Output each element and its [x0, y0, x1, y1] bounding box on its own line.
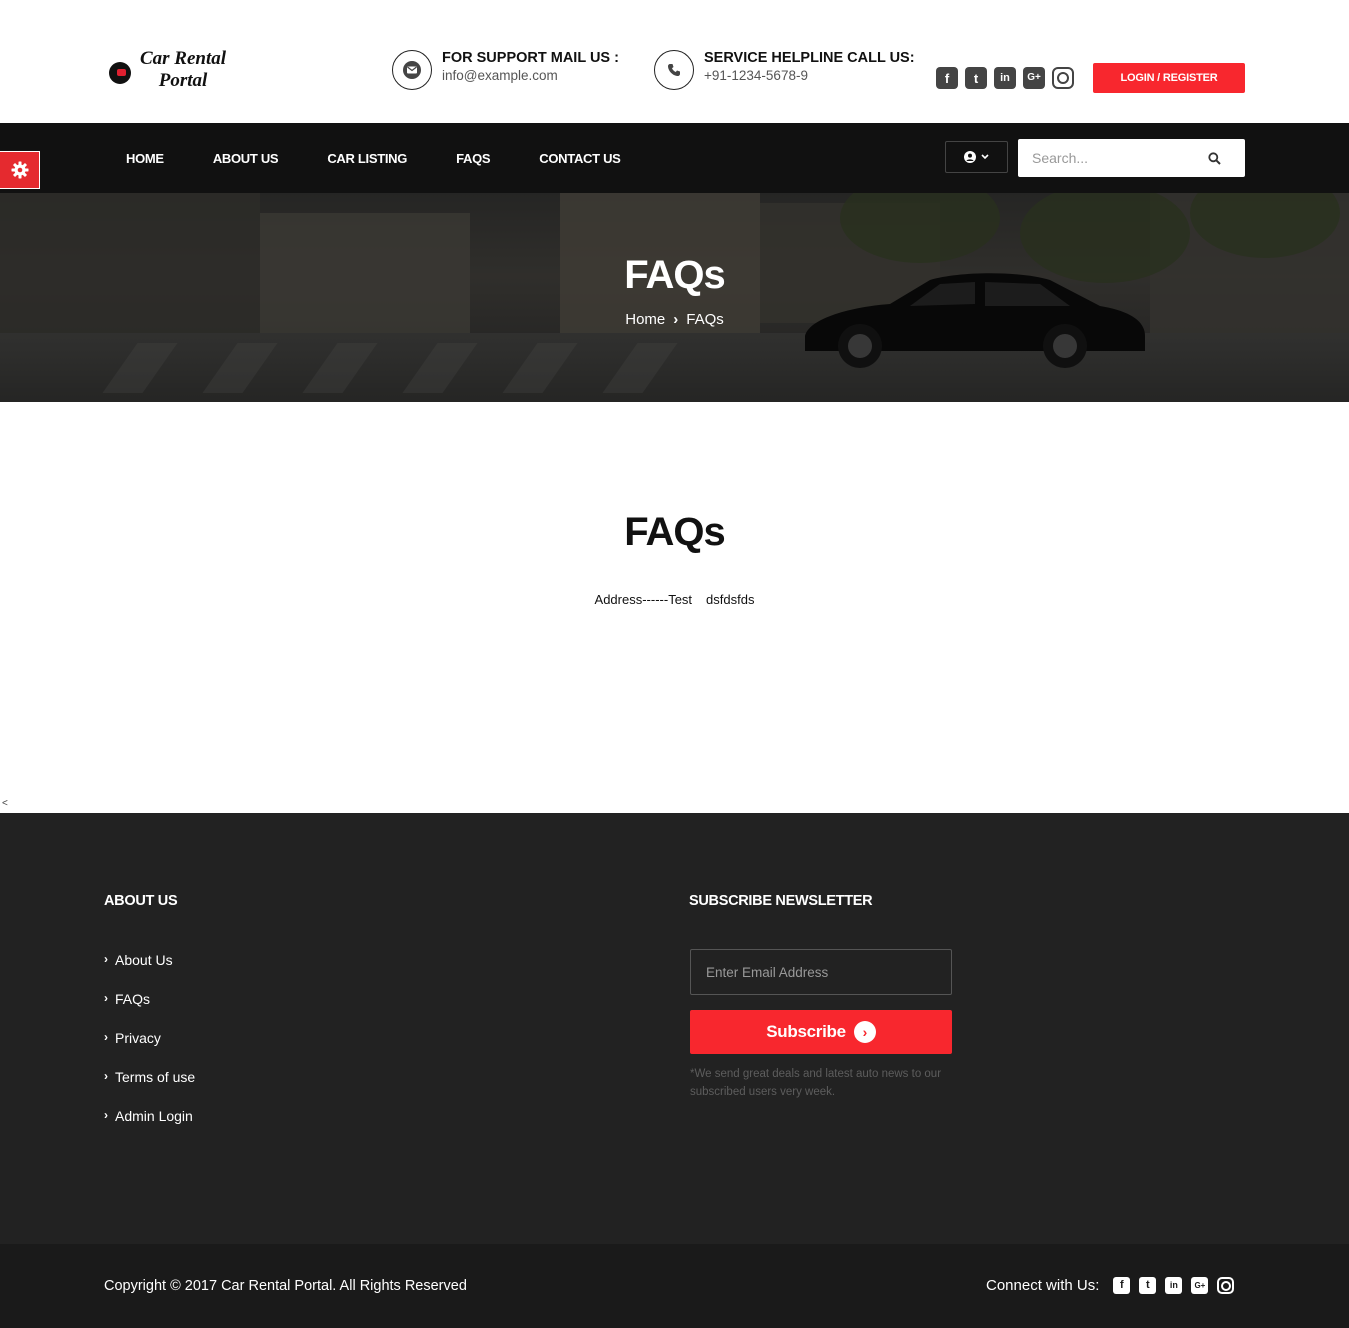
linkedin-icon[interactable]: in: [994, 67, 1016, 89]
footer-link-label: Terms of use: [115, 1069, 196, 1085]
subscribe-label: Subscribe: [766, 1022, 846, 1041]
main-navbar: HOME ABOUT US CAR LISTING FAQS CONTACT U…: [0, 123, 1349, 193]
content-text-1: Address------Test: [594, 592, 693, 607]
twitter-icon[interactable]: t: [965, 67, 987, 89]
google-plus-icon[interactable]: G+: [1023, 67, 1045, 89]
search-box: [1018, 139, 1245, 177]
footer-bottom-bar: Copyright © 2017 Car Rental Portal. All …: [0, 1244, 1349, 1328]
breadcrumb-separator-icon: ›: [673, 311, 679, 328]
helpline-block: SERVICE HELPLINE CALL US: +91-1234-5678-…: [654, 50, 915, 90]
gear-icon: [11, 161, 28, 179]
breadcrumb-current: FAQs: [686, 311, 724, 328]
connect-label: Connect with Us:: [986, 1277, 1100, 1294]
footer-link-label: FAQs: [115, 991, 151, 1007]
phone-icon: [654, 50, 694, 90]
nav-menu: HOME ABOUT US CAR LISTING FAQS CONTACT U…: [126, 123, 670, 193]
nav-item-faqs[interactable]: FAQS: [456, 151, 491, 166]
settings-toggle[interactable]: [0, 151, 40, 189]
top-header: Car Rental Portal FOR SUPPORT MAIL US : …: [0, 0, 1349, 123]
chevron-right-icon: ›: [104, 1108, 108, 1122]
chevron-right-icon: ›: [104, 1030, 108, 1044]
envelope-icon: [392, 50, 432, 90]
footer-link-about-us[interactable]: › About Us: [104, 952, 195, 991]
linkedin-icon[interactable]: in: [1165, 1277, 1183, 1294]
breadcrumb: Home › FAQs: [0, 311, 1349, 328]
helpline-phone[interactable]: +91-1234-5678-9: [704, 67, 915, 85]
stray-char-mid: <: [2, 798, 8, 809]
newsletter-email-input[interactable]: [690, 949, 952, 995]
page-banner: FAQs Home › FAQs: [0, 193, 1349, 402]
footer-links: › About Us › FAQs › Privacy › Terms of use ›…: [104, 952, 195, 1147]
support-email[interactable]: info@example.com: [442, 67, 619, 85]
footer-link-label: Admin Login: [115, 1108, 193, 1124]
breadcrumb-home[interactable]: Home: [625, 311, 665, 328]
header-social-links: f t in G+: [936, 67, 1074, 89]
google-plus-icon[interactable]: G+: [1191, 1277, 1209, 1294]
nav-item-home[interactable]: HOME: [126, 151, 164, 166]
logo-line1: Car Rental: [139, 48, 227, 69]
newsletter-heading: SUBSCRIBE NEWSLETTER: [689, 893, 873, 909]
footer-link-privacy[interactable]: › Privacy: [104, 1030, 195, 1069]
copyright-text: Copyright © 2017 Car Rental Portal. All …: [104, 1278, 467, 1294]
footer: ABOUT US › About Us › FAQs › Privacy › Terms…: [0, 813, 1349, 1244]
user-circle-icon: [964, 151, 976, 163]
login-register-button[interactable]: LOGIN / REGISTER: [1093, 63, 1245, 93]
support-title: FOR SUPPORT MAIL US :: [442, 50, 619, 66]
user-menu-button[interactable]: [945, 141, 1008, 173]
instagram-icon[interactable]: [1217, 1277, 1235, 1294]
chevron-right-icon: ›: [104, 991, 108, 1005]
search-icon[interactable]: [1208, 151, 1221, 165]
footer-link-admin-login[interactable]: › Admin Login: [104, 1108, 195, 1147]
page-content: Address------Test dsfdsfds: [0, 592, 1349, 607]
helpline-title: SERVICE HELPLINE CALL US:: [704, 50, 915, 66]
footer-link-terms[interactable]: › Terms of use: [104, 1069, 195, 1108]
newsletter-note: *We send great deals and latest auto new…: [690, 1068, 942, 1098]
search-input[interactable]: [1018, 150, 1208, 166]
site-logo[interactable]: Car Rental Portal: [109, 48, 233, 92]
subscribe-button[interactable]: Subscribe ›: [690, 1010, 952, 1054]
instagram-icon[interactable]: [1052, 67, 1074, 89]
facebook-icon[interactable]: f: [1113, 1277, 1131, 1294]
page-title: FAQs: [624, 510, 725, 554]
chevron-right-icon: ›: [104, 1069, 108, 1083]
nav-item-car-listing[interactable]: CAR LISTING: [327, 151, 407, 166]
footer-link-faqs[interactable]: › FAQs: [104, 991, 195, 1030]
chevron-right-icon: ›: [104, 952, 108, 966]
content-text-2: dsfdsfds: [706, 592, 755, 607]
banner-title: FAQs: [624, 253, 725, 297]
footer-about-heading: ABOUT US: [104, 893, 178, 909]
logo-text: Car Rental Portal: [133, 48, 233, 92]
facebook-icon[interactable]: f: [936, 67, 958, 89]
car-logo-icon: [109, 62, 131, 84]
nav-item-about-us[interactable]: ABOUT US: [213, 151, 279, 166]
footer-link-label: About Us: [115, 952, 173, 968]
support-mail-block: FOR SUPPORT MAIL US : info@example.com: [392, 50, 619, 90]
arrow-right-icon: ›: [853, 1021, 876, 1043]
chevron-down-icon: [981, 154, 989, 160]
logo-line2: Portal: [158, 70, 208, 91]
footer-link-label: Privacy: [115, 1030, 161, 1046]
twitter-icon[interactable]: t: [1139, 1277, 1157, 1294]
footer-social: Connect with Us: f t in G+: [986, 1277, 1235, 1294]
nav-item-contact-us[interactable]: CONTACT US: [539, 151, 621, 166]
